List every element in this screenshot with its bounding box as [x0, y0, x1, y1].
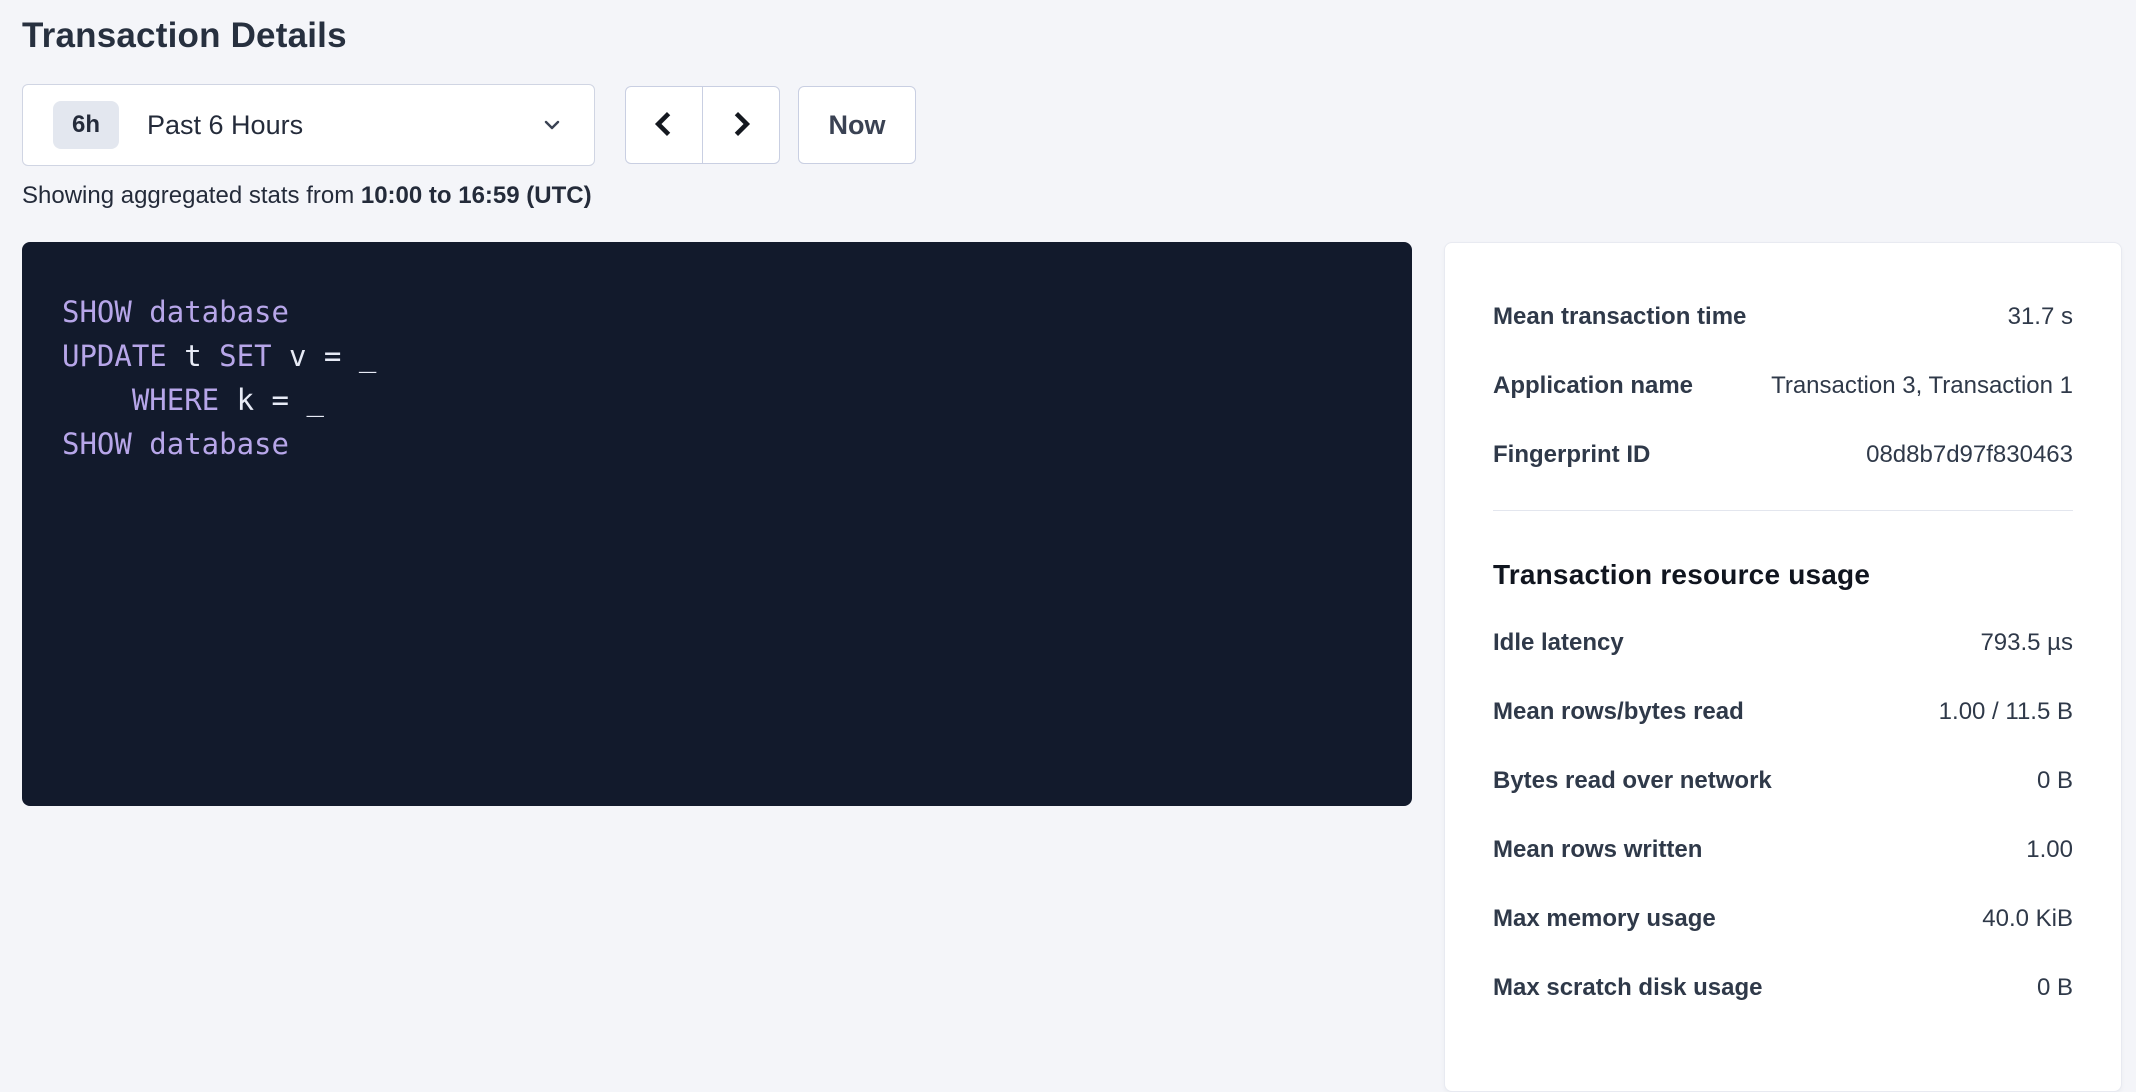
time-range-badge: 6h	[53, 101, 119, 149]
stat-value: 0 B	[2037, 974, 2073, 1002]
caption-range: 10:00 to 16:59 (UTC)	[361, 182, 592, 209]
aggregated-stats-caption: Showing aggregated stats from 10:00 to 1…	[22, 182, 2122, 210]
code-line: WHERE k = _	[62, 378, 1372, 422]
stat-row: Max memory usage 40.0 KiB	[1493, 905, 2073, 933]
chevron-right-icon	[726, 109, 756, 142]
chevron-down-icon	[540, 113, 564, 137]
stat-value: 40.0 KiB	[1982, 905, 2073, 933]
code-line: UPDATE t SET v = _	[62, 334, 1372, 378]
stat-row: Mean rows/bytes read 1.00 / 11.5 B	[1493, 698, 2073, 726]
main-content: SHOW databaseUPDATE t SET v = _ WHERE k …	[22, 242, 2122, 1092]
stat-value: 08d8b7d97f830463	[1866, 441, 2073, 469]
usage-rows: Idle latency 793.5 µs Mean rows/bytes read…	[1493, 629, 2073, 1002]
stat-label: Max memory usage	[1493, 905, 1736, 933]
sql-statements-panel[interactable]: SHOW databaseUPDATE t SET v = _ WHERE k …	[22, 242, 1412, 806]
chevron-left-icon	[649, 109, 679, 142]
stat-value: 1.00 / 11.5 B	[1939, 698, 2073, 726]
stat-row: Application name Transaction 3, Transacti…	[1493, 372, 2073, 400]
stat-value: 793.5 µs	[1980, 629, 2073, 657]
stat-row: Idle latency 793.5 µs	[1493, 629, 2073, 657]
stat-label: Bytes read over network	[1493, 767, 1792, 795]
stat-value: 0 B	[2037, 767, 2073, 795]
now-button[interactable]: Now	[798, 86, 916, 164]
stat-label: Mean rows/bytes read	[1493, 698, 1764, 726]
stat-value: Transaction 3, Transaction 1	[1771, 372, 2073, 400]
card-divider	[1493, 510, 2073, 511]
stat-row: Bytes read over network 0 B	[1493, 767, 2073, 795]
prev-time-button[interactable]	[625, 86, 703, 164]
time-range-picker[interactable]: 6h Past 6 Hours	[22, 84, 595, 166]
stat-label: Max scratch disk usage	[1493, 974, 1782, 1002]
transaction-details-page: Transaction Details 6h Past 6 Hours	[0, 0, 2136, 1092]
next-time-button[interactable]	[702, 86, 780, 164]
stat-row: Fingerprint ID 08d8b7d97f830463	[1493, 441, 2073, 469]
transaction-details-card: Mean transaction time 31.7 s Application n…	[1444, 242, 2122, 1092]
stat-label: Fingerprint ID	[1493, 441, 1670, 469]
stat-value: 1.00	[2026, 836, 2073, 864]
caption-prefix: Showing aggregated stats from	[22, 182, 361, 209]
stat-label: Application name	[1493, 372, 1713, 400]
usage-heading: Transaction resource usage	[1493, 559, 2073, 591]
time-range-label: Past 6 Hours	[147, 110, 303, 141]
stat-value: 31.7 s	[2008, 303, 2073, 331]
stat-label: Mean transaction time	[1493, 303, 1766, 331]
time-nav-group	[625, 86, 780, 164]
time-controls: 6h Past 6 Hours	[22, 84, 2122, 166]
code-line: SHOW database	[62, 290, 1372, 334]
stat-label: Mean rows written	[1493, 836, 1722, 864]
page-title: Transaction Details	[22, 16, 2122, 56]
stat-row: Max scratch disk usage 0 B	[1493, 974, 2073, 1002]
summary-rows: Mean transaction time 31.7 s Application n…	[1493, 303, 2073, 469]
code-line: SHOW database	[62, 422, 1372, 466]
stat-row: Mean transaction time 31.7 s	[1493, 303, 2073, 331]
stat-label: Idle latency	[1493, 629, 1644, 657]
stat-row: Mean rows written 1.00	[1493, 836, 2073, 864]
